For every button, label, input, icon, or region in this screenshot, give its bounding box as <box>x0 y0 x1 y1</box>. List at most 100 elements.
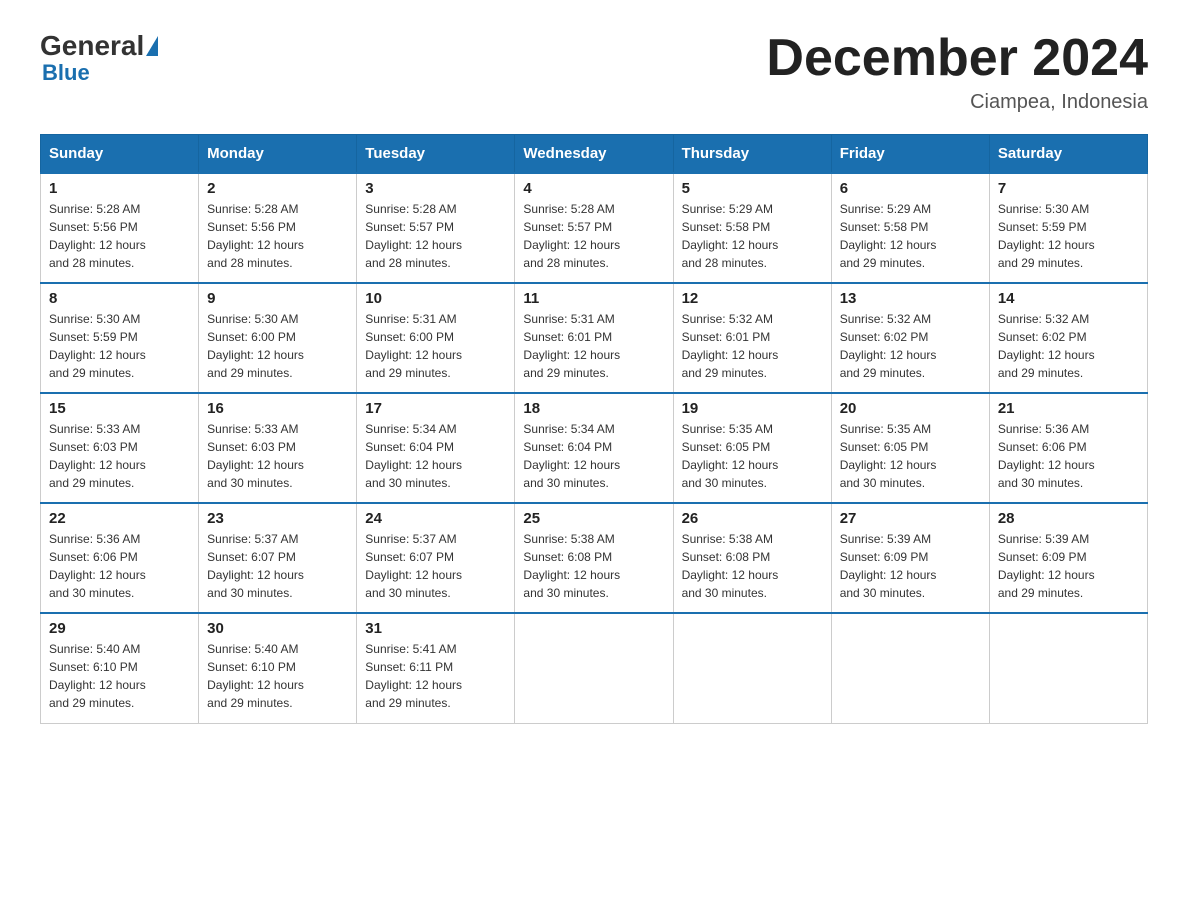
col-wednesday: Wednesday <box>515 135 673 174</box>
day-number: 6 <box>840 180 981 197</box>
col-saturday: Saturday <box>989 135 1147 174</box>
month-title: December 2024 <box>766 30 1148 87</box>
day-info: Sunrise: 5:34 AM Sunset: 6:04 PM Dayligh… <box>365 420 506 492</box>
calendar-cell <box>673 613 831 723</box>
day-number: 18 <box>523 400 664 417</box>
day-number: 23 <box>207 510 348 527</box>
calendar-week-4: 22 Sunrise: 5:36 AM Sunset: 6:06 PM Dayl… <box>41 503 1148 613</box>
day-number: 25 <box>523 510 664 527</box>
calendar-cell: 25 Sunrise: 5:38 AM Sunset: 6:08 PM Dayl… <box>515 503 673 613</box>
calendar-cell: 11 Sunrise: 5:31 AM Sunset: 6:01 PM Dayl… <box>515 283 673 393</box>
day-info: Sunrise: 5:35 AM Sunset: 6:05 PM Dayligh… <box>682 420 823 492</box>
day-info: Sunrise: 5:34 AM Sunset: 6:04 PM Dayligh… <box>523 420 664 492</box>
day-number: 12 <box>682 290 823 307</box>
day-number: 5 <box>682 180 823 197</box>
day-number: 28 <box>998 510 1139 527</box>
day-info: Sunrise: 5:40 AM Sunset: 6:10 PM Dayligh… <box>207 640 348 712</box>
day-info: Sunrise: 5:28 AM Sunset: 5:56 PM Dayligh… <box>49 200 190 272</box>
calendar-cell: 21 Sunrise: 5:36 AM Sunset: 6:06 PM Dayl… <box>989 393 1147 503</box>
day-info: Sunrise: 5:38 AM Sunset: 6:08 PM Dayligh… <box>523 530 664 602</box>
day-info: Sunrise: 5:31 AM Sunset: 6:00 PM Dayligh… <box>365 310 506 382</box>
day-info: Sunrise: 5:30 AM Sunset: 6:00 PM Dayligh… <box>207 310 348 382</box>
calendar-cell: 16 Sunrise: 5:33 AM Sunset: 6:03 PM Dayl… <box>199 393 357 503</box>
calendar-cell: 1 Sunrise: 5:28 AM Sunset: 5:56 PM Dayli… <box>41 173 199 283</box>
calendar-cell: 22 Sunrise: 5:36 AM Sunset: 6:06 PM Dayl… <box>41 503 199 613</box>
day-info: Sunrise: 5:37 AM Sunset: 6:07 PM Dayligh… <box>207 530 348 602</box>
day-number: 24 <box>365 510 506 527</box>
calendar-cell: 24 Sunrise: 5:37 AM Sunset: 6:07 PM Dayl… <box>357 503 515 613</box>
day-number: 10 <box>365 290 506 307</box>
day-info: Sunrise: 5:29 AM Sunset: 5:58 PM Dayligh… <box>840 200 981 272</box>
calendar-cell: 13 Sunrise: 5:32 AM Sunset: 6:02 PM Dayl… <box>831 283 989 393</box>
calendar-cell <box>515 613 673 723</box>
calendar-cell <box>831 613 989 723</box>
day-number: 9 <box>207 290 348 307</box>
day-number: 3 <box>365 180 506 197</box>
day-info: Sunrise: 5:29 AM Sunset: 5:58 PM Dayligh… <box>682 200 823 272</box>
calendar-cell: 8 Sunrise: 5:30 AM Sunset: 5:59 PM Dayli… <box>41 283 199 393</box>
day-number: 8 <box>49 290 190 307</box>
calendar-cell: 14 Sunrise: 5:32 AM Sunset: 6:02 PM Dayl… <box>989 283 1147 393</box>
logo-general-text: General <box>40 30 144 62</box>
day-number: 2 <box>207 180 348 197</box>
day-info: Sunrise: 5:39 AM Sunset: 6:09 PM Dayligh… <box>840 530 981 602</box>
calendar-cell: 29 Sunrise: 5:40 AM Sunset: 6:10 PM Dayl… <box>41 613 199 723</box>
day-info: Sunrise: 5:28 AM Sunset: 5:57 PM Dayligh… <box>523 200 664 272</box>
logo-blue-text: Blue <box>42 60 90 86</box>
logo: General Blue <box>40 30 160 86</box>
day-info: Sunrise: 5:36 AM Sunset: 6:06 PM Dayligh… <box>49 530 190 602</box>
calendar-cell: 20 Sunrise: 5:35 AM Sunset: 6:05 PM Dayl… <box>831 393 989 503</box>
day-number: 27 <box>840 510 981 527</box>
day-info: Sunrise: 5:39 AM Sunset: 6:09 PM Dayligh… <box>998 530 1139 602</box>
day-number: 17 <box>365 400 506 417</box>
day-info: Sunrise: 5:30 AM Sunset: 5:59 PM Dayligh… <box>998 200 1139 272</box>
day-number: 30 <box>207 620 348 637</box>
page-header: General Blue December 2024 Ciampea, Indo… <box>40 30 1148 114</box>
calendar-cell: 2 Sunrise: 5:28 AM Sunset: 5:56 PM Dayli… <box>199 173 357 283</box>
calendar-cell: 7 Sunrise: 5:30 AM Sunset: 5:59 PM Dayli… <box>989 173 1147 283</box>
day-number: 26 <box>682 510 823 527</box>
calendar-cell: 17 Sunrise: 5:34 AM Sunset: 6:04 PM Dayl… <box>357 393 515 503</box>
calendar-cell: 30 Sunrise: 5:40 AM Sunset: 6:10 PM Dayl… <box>199 613 357 723</box>
calendar-cell: 23 Sunrise: 5:37 AM Sunset: 6:07 PM Dayl… <box>199 503 357 613</box>
day-info: Sunrise: 5:40 AM Sunset: 6:10 PM Dayligh… <box>49 640 190 712</box>
calendar-cell: 6 Sunrise: 5:29 AM Sunset: 5:58 PM Dayli… <box>831 173 989 283</box>
day-info: Sunrise: 5:28 AM Sunset: 5:57 PM Dayligh… <box>365 200 506 272</box>
day-number: 1 <box>49 180 190 197</box>
calendar-cell: 10 Sunrise: 5:31 AM Sunset: 6:00 PM Dayl… <box>357 283 515 393</box>
day-info: Sunrise: 5:32 AM Sunset: 6:02 PM Dayligh… <box>840 310 981 382</box>
day-number: 15 <box>49 400 190 417</box>
day-info: Sunrise: 5:32 AM Sunset: 6:01 PM Dayligh… <box>682 310 823 382</box>
calendar-week-1: 1 Sunrise: 5:28 AM Sunset: 5:56 PM Dayli… <box>41 173 1148 283</box>
day-info: Sunrise: 5:33 AM Sunset: 6:03 PM Dayligh… <box>207 420 348 492</box>
day-number: 7 <box>998 180 1139 197</box>
day-number: 31 <box>365 620 506 637</box>
day-number: 4 <box>523 180 664 197</box>
header-row: Sunday Monday Tuesday Wednesday Thursday… <box>41 135 1148 174</box>
calendar-cell: 4 Sunrise: 5:28 AM Sunset: 5:57 PM Dayli… <box>515 173 673 283</box>
day-number: 16 <box>207 400 348 417</box>
col-tuesday: Tuesday <box>357 135 515 174</box>
day-number: 14 <box>998 290 1139 307</box>
calendar-cell: 3 Sunrise: 5:28 AM Sunset: 5:57 PM Dayli… <box>357 173 515 283</box>
calendar-cell: 15 Sunrise: 5:33 AM Sunset: 6:03 PM Dayl… <box>41 393 199 503</box>
day-info: Sunrise: 5:38 AM Sunset: 6:08 PM Dayligh… <box>682 530 823 602</box>
title-block: December 2024 Ciampea, Indonesia <box>766 30 1148 114</box>
location: Ciampea, Indonesia <box>766 91 1148 114</box>
calendar-cell: 26 Sunrise: 5:38 AM Sunset: 6:08 PM Dayl… <box>673 503 831 613</box>
calendar-cell: 9 Sunrise: 5:30 AM Sunset: 6:00 PM Dayli… <box>199 283 357 393</box>
calendar-week-3: 15 Sunrise: 5:33 AM Sunset: 6:03 PM Dayl… <box>41 393 1148 503</box>
day-info: Sunrise: 5:32 AM Sunset: 6:02 PM Dayligh… <box>998 310 1139 382</box>
day-info: Sunrise: 5:33 AM Sunset: 6:03 PM Dayligh… <box>49 420 190 492</box>
calendar-cell <box>989 613 1147 723</box>
calendar-cell: 28 Sunrise: 5:39 AM Sunset: 6:09 PM Dayl… <box>989 503 1147 613</box>
calendar-cell: 5 Sunrise: 5:29 AM Sunset: 5:58 PM Dayli… <box>673 173 831 283</box>
day-number: 13 <box>840 290 981 307</box>
calendar-table: Sunday Monday Tuesday Wednesday Thursday… <box>40 134 1148 724</box>
logo-triangle-icon <box>146 36 158 56</box>
calendar-cell: 27 Sunrise: 5:39 AM Sunset: 6:09 PM Dayl… <box>831 503 989 613</box>
calendar-cell: 19 Sunrise: 5:35 AM Sunset: 6:05 PM Dayl… <box>673 393 831 503</box>
calendar-cell: 18 Sunrise: 5:34 AM Sunset: 6:04 PM Dayl… <box>515 393 673 503</box>
day-info: Sunrise: 5:41 AM Sunset: 6:11 PM Dayligh… <box>365 640 506 712</box>
col-sunday: Sunday <box>41 135 199 174</box>
